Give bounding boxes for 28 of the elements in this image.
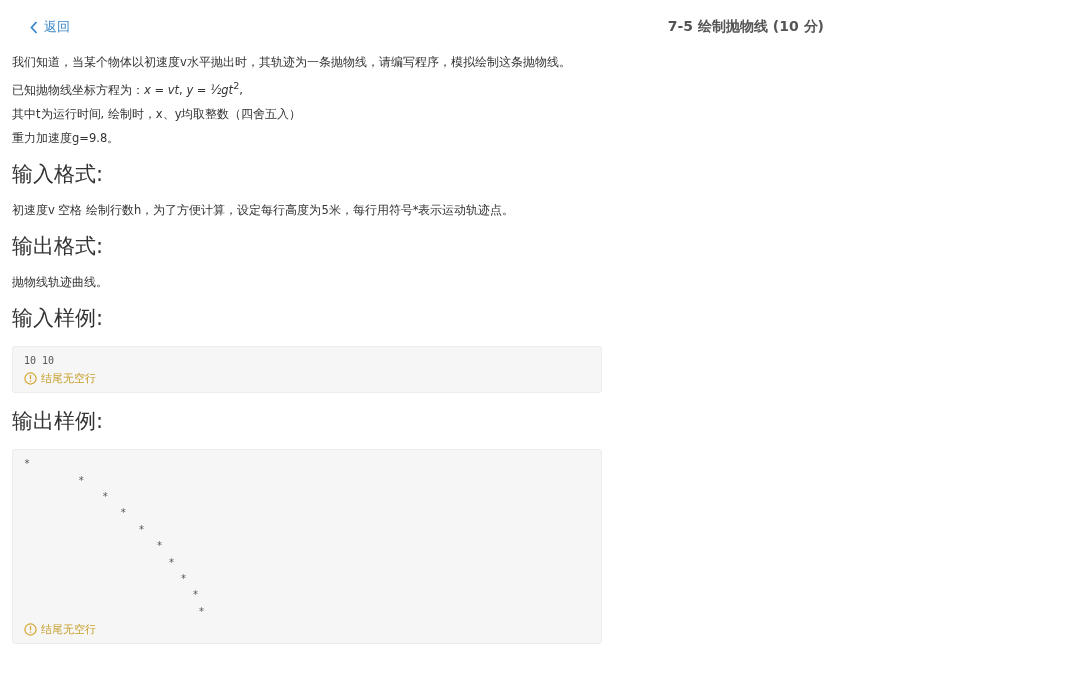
code-line: * [77, 473, 86, 488]
code-line: * [197, 604, 206, 619]
code-line: * [179, 572, 188, 587]
chevron-left-icon [30, 20, 38, 34]
section-heading: 输出格式: [12, 232, 105, 260]
description-text: 已知抛物线坐标方程为：x = vt, y = ½gt$^{2}$, [12, 79, 244, 98]
note-text: 结尾无空行 [41, 371, 96, 387]
description-text: 其中t为运行时间, 绘制时，x、y均取整数（四舍五入） [12, 105, 303, 122]
section-text: 初速度v 空格 绘制行数h，为了方便计算，设定每行高度为5米，每行用符号*表示运动轨迹点。 [12, 201, 516, 218]
code-line: 10 10 [24, 353, 56, 368]
code-line: * [167, 555, 176, 570]
warning-icon [24, 372, 37, 386]
code-line: * [119, 506, 128, 521]
back-link[interactable]: 返回 [30, 18, 70, 36]
warning-icon [24, 623, 37, 637]
section-heading: 输入格式: [12, 160, 105, 188]
code-line: * [101, 490, 110, 505]
problem-title: 7-5 绘制抛物线 (10 分) [667, 18, 824, 36]
note-text: 结尾无空行 [41, 622, 96, 638]
code-line: * [155, 539, 164, 554]
section-text: 抛物线轨迹曲线。 [12, 273, 109, 290]
code-line: * [24, 457, 32, 472]
section-heading: 输入样例: [12, 304, 105, 332]
code-line: * [137, 522, 146, 537]
section-heading: 输出样例: [12, 408, 105, 436]
description-text: 重力加速度g=9.8。 [12, 129, 121, 146]
code-line: * [191, 588, 200, 603]
description-text: 我们知道，当某个物体以初速度v水平抛出时，其轨迹为一条抛物线，请编写程序，模拟绘制这条抛物线。 [12, 54, 572, 70]
